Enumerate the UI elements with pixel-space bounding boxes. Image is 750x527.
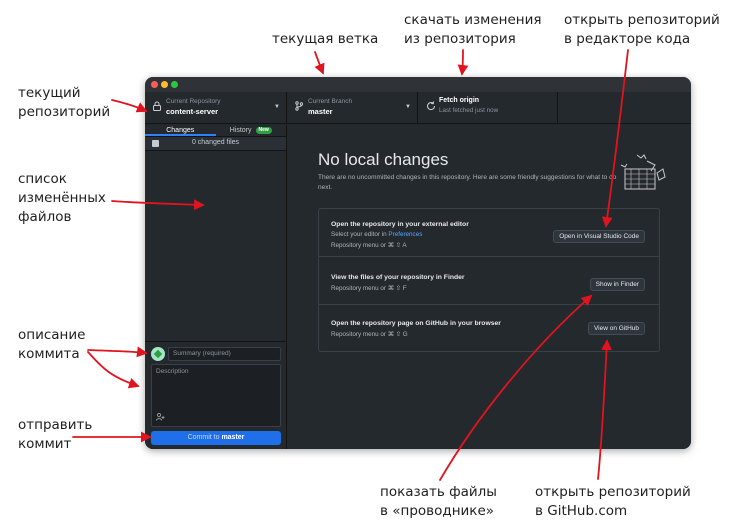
- minimize-window-button[interactable]: [161, 81, 168, 88]
- tab-history-label: History: [229, 127, 252, 134]
- annotation-send-commit: отправить коммит: [18, 417, 93, 452]
- chevron-down-icon: ▼: [274, 104, 280, 110]
- commit-button-branch: master: [221, 434, 245, 441]
- app-window: Current Repository content-server ▼ Curr…: [145, 77, 691, 449]
- suggestions-list: Open the repository in your external edi…: [318, 208, 660, 352]
- annotation-current-branch: текущая ветка: [272, 31, 379, 47]
- annotation-commit-description: описание коммита: [18, 327, 86, 362]
- description-placeholder: Description: [156, 368, 189, 375]
- sidebar-tabs: Changes History New: [145, 125, 286, 137]
- avatar: [151, 347, 165, 361]
- sidebar: Changes History New 0 changed files Summa…: [145, 125, 287, 449]
- branch-icon: [295, 101, 304, 115]
- repository-name: content-server: [166, 107, 219, 116]
- suggestion-shortcut: Repository menu or ⌘ ⇧ A: [331, 242, 407, 249]
- suggestion-view-on-github: Open the repository page on GitHub in yo…: [319, 305, 659, 353]
- desk-illustration-icon: [620, 154, 666, 190]
- commit-panel: Summary (required) Description Commit to…: [145, 341, 286, 449]
- annotation-show-files: показать файлы в «проводнике»: [380, 484, 497, 519]
- lock-icon: [153, 101, 161, 115]
- chevron-down-icon: ▼: [405, 104, 411, 110]
- summary-input[interactable]: Summary (required): [168, 347, 281, 361]
- arrow-current-branch: [314, 51, 325, 75]
- tab-history[interactable]: History New: [216, 125, 287, 136]
- branch-name: master: [308, 107, 333, 116]
- suggestion-shortcut: Repository menu or ⌘ ⇧ G: [331, 331, 408, 338]
- main-panel: No local changes There are no uncommitte…: [287, 125, 691, 449]
- arrow-commit-summary: [87, 346, 148, 358]
- zoom-window-button[interactable]: [171, 81, 178, 88]
- suggestion-title: Open the repository page on GitHub in yo…: [331, 320, 501, 327]
- open-in-editor-button[interactable]: Open in Visual Studio Code: [553, 230, 645, 243]
- annotation-fetch: скачать изменения из репозитория: [404, 12, 542, 47]
- suggestion-detail-text: Select your editor in: [331, 231, 387, 238]
- preferences-link[interactable]: Preferences: [388, 231, 422, 238]
- arrow-fetch: [457, 49, 469, 76]
- annotation-open-editor: открыть репозиторий в редакторе кода: [564, 12, 720, 47]
- suggestion-title: Open the repository in your external edi…: [331, 221, 469, 228]
- commit-button-prefix: Commit to: [187, 434, 220, 441]
- changed-files-count: 0 changed files: [191, 139, 240, 146]
- page-title: No local changes: [318, 150, 449, 169]
- add-coauthor-icon[interactable]: [156, 412, 165, 423]
- sync-icon: [426, 101, 436, 115]
- suggestion-title: View the files of your repository in Fin…: [331, 274, 465, 281]
- fetch-label: Fetch origin: [439, 97, 480, 104]
- new-badge: New: [255, 127, 272, 134]
- commit-button[interactable]: Commit to master: [151, 431, 281, 445]
- suggestion-detail: Select your editor in Preferences: [331, 231, 422, 238]
- page-subtitle: There are no uncommitted changes in this…: [318, 174, 617, 191]
- tab-changes[interactable]: Changes: [145, 125, 216, 136]
- suggestion-open-editor: Open the repository in your external edi…: [319, 209, 659, 257]
- fetch-origin-button[interactable]: Fetch origin Last fetched just now: [418, 92, 558, 124]
- current-repository-selector[interactable]: Current Repository content-server ▼: [145, 92, 287, 124]
- toolbar: Current Repository content-server ▼ Curr…: [145, 92, 691, 124]
- current-branch-selector[interactable]: Current Branch master ▼: [287, 92, 418, 124]
- changed-files-header: 0 changed files: [145, 137, 286, 151]
- branch-label: Current Branch: [308, 98, 353, 105]
- title-bar: [145, 77, 691, 92]
- fetch-status: Last fetched just now: [439, 107, 499, 114]
- show-in-finder-button[interactable]: Show in Finder: [589, 278, 645, 291]
- suggestion-shortcut: Repository menu or ⌘ ⇧ F: [331, 285, 407, 292]
- app-body: Changes History New 0 changed files Summa…: [145, 125, 691, 449]
- close-window-button[interactable]: [151, 81, 158, 88]
- arrow-commit-description: [87, 351, 140, 389]
- arrow-current-repo: [111, 99, 148, 113]
- annotation-open-github: открыть репозиторий в GitHub.com: [535, 484, 691, 519]
- annotation-current-repo: текущий репозиторий: [18, 85, 111, 120]
- repository-label: Current Repository: [166, 98, 221, 105]
- annotation-changed-files: список изменённых файлов: [18, 171, 106, 225]
- description-textarea[interactable]: Description: [151, 364, 281, 427]
- suggestion-show-in-finder: View the files of your repository in Fin…: [319, 257, 659, 305]
- view-on-github-button[interactable]: View on GitHub: [587, 322, 645, 335]
